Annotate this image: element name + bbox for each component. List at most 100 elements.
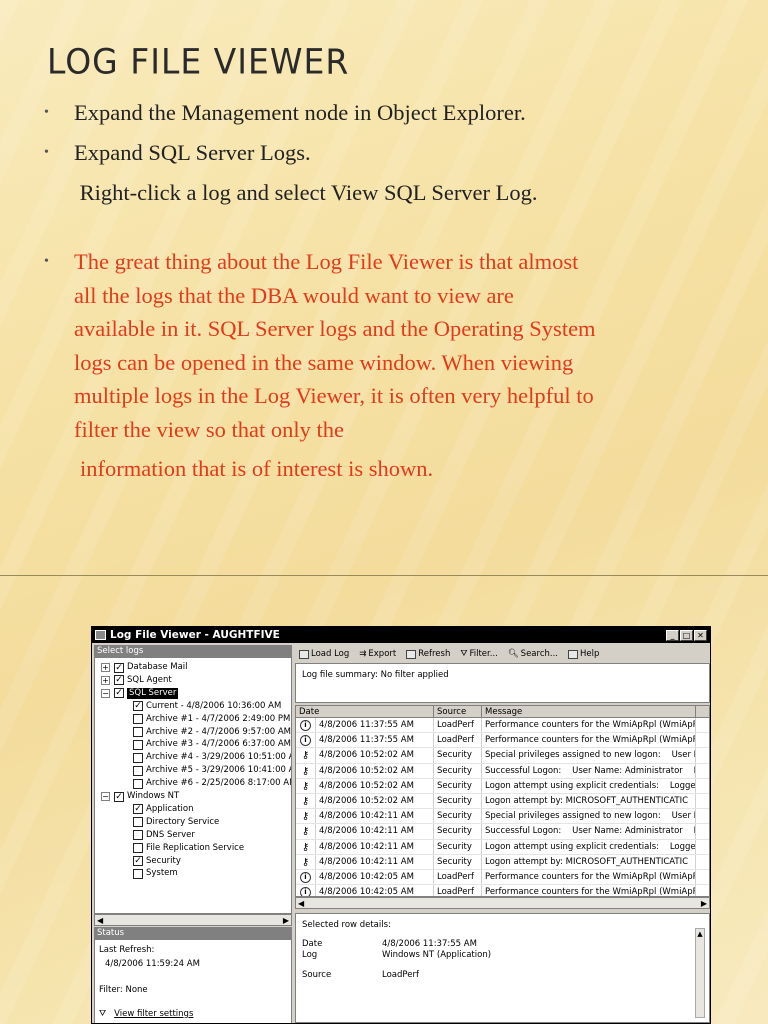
tree-checkbox[interactable]: ✓: [133, 701, 143, 712]
source-cell: Security: [434, 778, 482, 793]
table-row[interactable]: ⚷ 4/8/2006 10:52:02 AM Security Logon attem…: [296, 793, 709, 810]
tree-checkbox[interactable]: [133, 727, 143, 737]
tree-checkbox[interactable]: ✓: [133, 856, 143, 866]
scroll-right-icon[interactable]: ▶: [283, 916, 289, 925]
tree-checkbox[interactable]: [133, 765, 143, 776]
help-icon: [567, 649, 578, 659]
source-column-header[interactable]: Source: [434, 706, 482, 717]
table-row[interactable]: ⚷ 4/8/2006 10:42:11 AM Security Special pri…: [296, 809, 709, 825]
refresh-button[interactable]: Refresh: [406, 649, 450, 659]
tree-node[interactable]: ✓ Security: [133, 856, 181, 867]
tree-node[interactable]: − ✓ Windows NT: [101, 791, 179, 802]
table-row[interactable]: ⚷ 4/8/2006 10:52:02 AM Security Logon attem…: [296, 778, 709, 794]
window-titlebar[interactable]: Log File Viewer - AUGHTFIVE _ □ ✕: [92, 627, 710, 643]
tree-checkbox[interactable]: ✓: [114, 675, 124, 686]
tree-node[interactable]: Archive #6 - 2/25/2006 8:17:00 AM: [133, 778, 291, 789]
maximize-button[interactable]: □: [680, 629, 693, 641]
message-cell: Performance counters for the WmiApRpl (W…: [482, 733, 696, 748]
source-cell: LoadPerf: [434, 733, 482, 748]
filter-button[interactable]: ⛛ Filter...: [460, 649, 498, 659]
tree-node[interactable]: File Replication Service: [133, 843, 244, 854]
log-grid[interactable]: Date Source Message i 4/8/2006 11:37:55 A…: [295, 705, 710, 897]
bullet-marker: •: [44, 145, 49, 160]
tree-node[interactable]: Directory Service: [133, 817, 219, 828]
tree-node[interactable]: Archive #4 - 3/29/2006 10:51:00 AM: [133, 752, 291, 763]
tree-checkbox[interactable]: [133, 752, 143, 763]
key-icon: ⚷: [301, 765, 310, 777]
date-cell: 4/8/2006 10:42:11 AM: [316, 824, 434, 839]
log-summary-text: Log file summary: No filter applied: [302, 670, 449, 680]
row-icon-cell: i: [296, 718, 316, 733]
collapse-icon[interactable]: −: [101, 792, 110, 801]
red-line: filter the view so that only the: [74, 416, 344, 442]
tree-node[interactable]: System: [133, 868, 178, 879]
source-cell: Security: [434, 748, 482, 763]
tree-node[interactable]: Archive #1 - 4/7/2006 2:49:00 PM: [133, 714, 290, 725]
table-row[interactable]: i 4/8/2006 10:42:05 AM LoadPerf Performance…: [296, 885, 709, 896]
scroll-right-icon[interactable]: ▶: [701, 899, 707, 908]
table-row[interactable]: ⚷ 4/8/2006 10:42:11 AM Security Successful …: [296, 824, 709, 840]
tree-node[interactable]: ✓ Application: [133, 804, 194, 815]
source-cell: Security: [434, 793, 482, 809]
tree-checkbox[interactable]: ✓: [114, 688, 124, 699]
table-row[interactable]: i 4/8/2006 10:42:05 AM LoadPerf Performance…: [296, 869, 709, 886]
details-vertical-scrollbar[interactable]: ▲: [695, 928, 705, 1018]
search-button[interactable]: 🔍︎ Search...: [508, 649, 558, 659]
row-icon-cell: i: [296, 885, 316, 896]
tree-node[interactable]: Archive #2 - 4/7/2006 9:57:00 AM: [133, 727, 291, 738]
red-line: multiple logs in the Log Viewer, it is o…: [74, 383, 594, 408]
tree-node[interactable]: DNS Server: [133, 830, 195, 841]
tree-checkbox[interactable]: [133, 714, 143, 725]
tree-node[interactable]: Archive #5 - 3/29/2006 10:41:00 AM: [133, 765, 291, 776]
tree-checkbox[interactable]: ✓: [114, 791, 124, 802]
table-row[interactable]: ⚷ 4/8/2006 10:52:02 AM Security Special pri…: [296, 748, 709, 764]
load-log-button[interactable]: Load Log: [299, 649, 349, 659]
scroll-left-icon[interactable]: ◀: [97, 916, 103, 925]
help-button[interactable]: Help: [567, 649, 599, 659]
table-row[interactable]: i 4/8/2006 11:37:55 AM LoadPerf Performance…: [296, 733, 709, 749]
tree-node[interactable]: + ✓ SQL Agent: [101, 675, 172, 686]
tree-checkbox[interactable]: [133, 830, 143, 841]
selected-row-details: Selected row details: Date 4/8/2006 11:3…: [295, 913, 710, 1023]
key-icon: ⚷: [301, 856, 310, 868]
grid-horizontal-scrollbar[interactable]: ◀ ▶: [295, 897, 710, 909]
close-button[interactable]: ✕: [694, 629, 707, 641]
tree-checkbox[interactable]: [133, 739, 143, 750]
minimize-button[interactable]: _: [666, 629, 679, 641]
table-row[interactable]: ⚷ 4/8/2006 10:42:11 AM Security Logon attem…: [296, 839, 709, 855]
key-icon: ⚷: [301, 811, 310, 823]
table-row[interactable]: ⚷ 4/8/2006 10:42:11 AM Security Logon attem…: [296, 854, 709, 870]
collapse-icon[interactable]: −: [101, 688, 110, 698]
log-tree[interactable]: + ✓ Database Mail + ✓ SQL Agent − ✓ SQL Server ✓ C…: [94, 657, 292, 914]
expand-icon[interactable]: +: [101, 675, 110, 685]
tree-node[interactable]: Archive #3 - 4/7/2006 6:37:00 AM: [133, 739, 291, 750]
tree-checkbox[interactable]: [133, 843, 143, 854]
tree-node[interactable]: ✓ Current - 4/8/2006 10:36:00 AM: [133, 701, 281, 712]
view-filter-row[interactable]: ⛛ View filter settings: [99, 1008, 287, 1020]
message-cell: Logon attempt using explicit credentials…: [482, 778, 696, 793]
expand-icon[interactable]: +: [101, 663, 110, 672]
source-cell: LoadPerf: [434, 885, 482, 896]
message-column-header[interactable]: Message: [482, 706, 696, 717]
view-filter-settings-link[interactable]: View filter settings: [114, 1008, 193, 1020]
bullet-list: • Expand the Management node in Object E…: [44, 96, 744, 486]
filter-icon: ⛛: [460, 649, 468, 659]
filter-status: Filter: None: [99, 985, 148, 995]
tree-node[interactable]: − ✓ SQL Server: [101, 687, 179, 699]
tree-checkbox[interactable]: [133, 817, 143, 828]
tree-node[interactable]: + ✓ Database Mail: [101, 662, 188, 673]
table-row[interactable]: i 4/8/2006 11:37:55 AM LoadPerf Performance…: [296, 718, 709, 734]
date-column-header[interactable]: Date: [296, 706, 434, 717]
right-pane: Load Log ⇉ Export Refresh ⛛ Filter... 🔍︎ Se…: [295, 645, 710, 1023]
bullet-text: Right-click a log and select View SQL Se…: [74, 180, 538, 205]
tree-checkbox[interactable]: [133, 778, 143, 789]
table-row[interactable]: ⚷ 4/8/2006 10:52:02 AM Security Successful …: [296, 763, 709, 779]
tree-checkbox[interactable]: ✓: [133, 804, 143, 815]
message-cell: Logon attempt using explicit credentials…: [482, 839, 696, 854]
tree-checkbox[interactable]: [133, 868, 143, 879]
tree-horizontal-scrollbar[interactable]: ◀ ▶: [94, 914, 292, 926]
scroll-left-icon[interactable]: ◀: [298, 899, 304, 908]
red-line: The great thing about the Log File Viewe…: [74, 249, 579, 274]
export-button[interactable]: ⇉ Export: [359, 649, 396, 659]
tree-checkbox[interactable]: ✓: [114, 662, 124, 673]
